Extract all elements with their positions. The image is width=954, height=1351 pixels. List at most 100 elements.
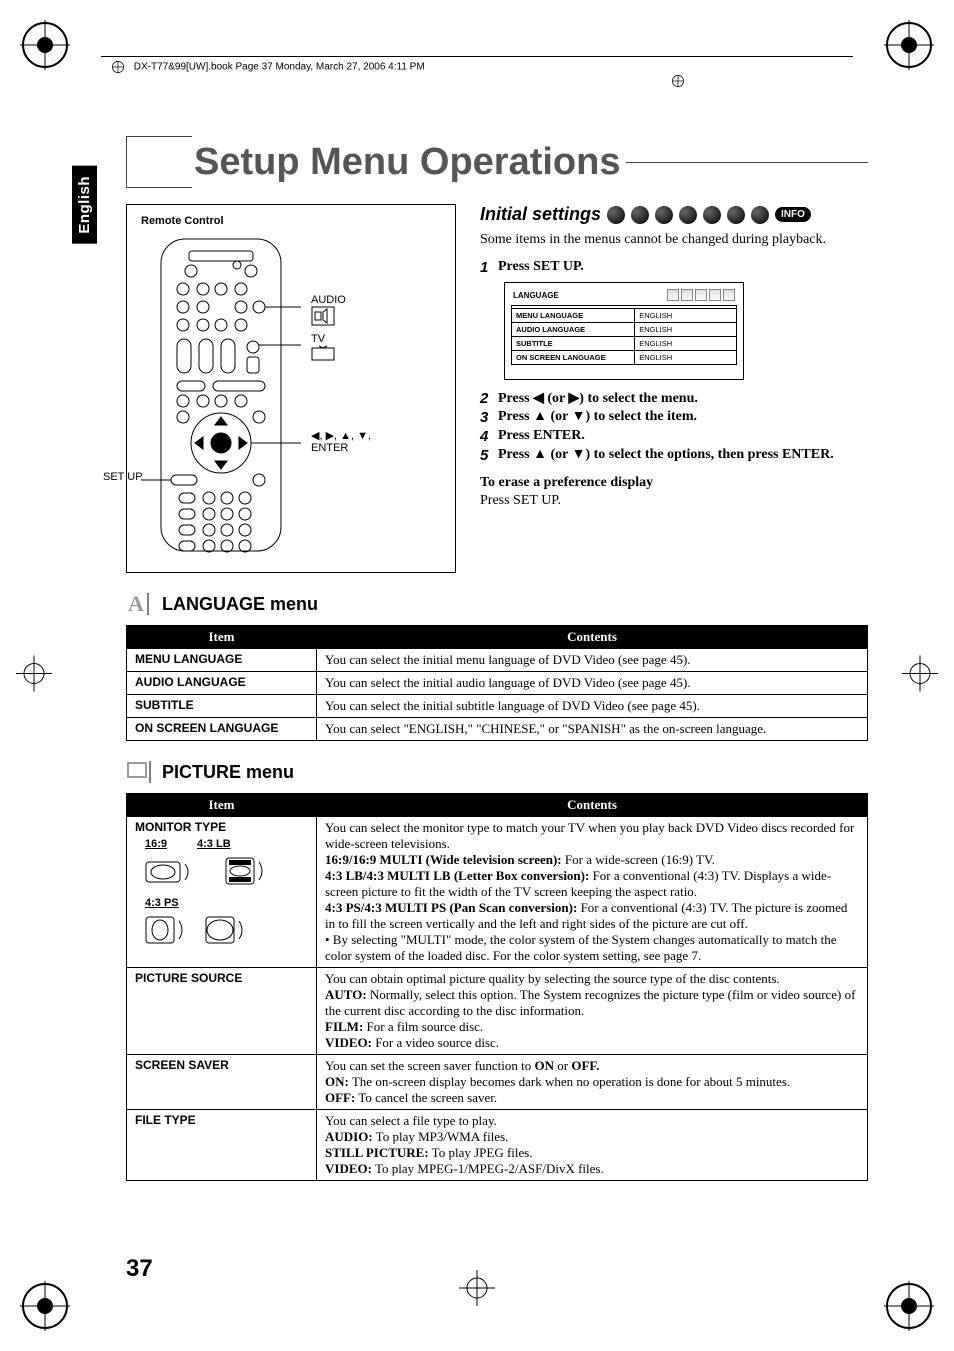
disc-icon <box>679 206 697 224</box>
opt2-b: 4:3 LB/4:3 MULTI LB (Letter Box conversi… <box>325 868 589 883</box>
osd-tab-icon <box>723 289 735 301</box>
step-text: Press ◀ (or ▶) to select the menu. <box>498 390 698 407</box>
wide-tv-icon <box>145 856 195 889</box>
menu-contents-file: You can select a file type to play. AUDI… <box>317 1110 868 1181</box>
menu-item: AUDIO LANGUAGE <box>127 672 317 695</box>
table-row: FILE TYPE You can select a file type to … <box>127 1110 868 1181</box>
src-l4b: VIDEO: <box>325 1035 372 1050</box>
letterbox-tv-icon <box>225 856 275 889</box>
step-text: Press ▲ (or ▼) to select the options, th… <box>498 447 834 464</box>
aspect-label: 4:3 LB <box>197 838 231 850</box>
table-row: SUBTITLEYou can select the initial subti… <box>127 695 868 718</box>
language-menu-title: LANGUAGE menu <box>162 594 318 615</box>
disc-icon <box>751 206 769 224</box>
osd-item: MENU LANGUAGE <box>512 309 635 322</box>
callout-setup: SET UP <box>103 471 143 483</box>
monitor-intro: You can select the monitor type to match… <box>325 820 854 851</box>
section-heading: Initial settings <box>480 204 601 225</box>
language-tab: English <box>72 166 97 244</box>
src-l4t: For a video source disc. <box>372 1035 499 1050</box>
sav-l1b1: ON <box>535 1058 555 1073</box>
step-number: 3 <box>480 409 492 426</box>
th-item: Item <box>127 626 317 649</box>
osd-tab-icon <box>695 289 707 301</box>
language-menu-heading: A LANGUAGE menu <box>126 591 868 617</box>
sav-l3b: OFF: <box>325 1090 355 1105</box>
src-l2t: Normally, select this option. The System… <box>325 987 855 1018</box>
disc-icon <box>607 206 625 224</box>
remote-control-diagram: Remote Control <box>126 204 456 573</box>
panscan-tv-icon <box>205 915 255 948</box>
src-l1: You can obtain optimal picture quality b… <box>325 971 780 986</box>
table-row: ON SCREEN LANGUAGEYou can select "ENGLIS… <box>127 718 868 741</box>
menu-contents: You can select the initial subtitle lang… <box>317 695 868 718</box>
sav-l1m: or <box>554 1058 571 1073</box>
osd-preview: LANGUAGE MENU LANGUAGEENGLISH AUDIO LANG… <box>504 282 744 380</box>
osd-value: ENGLISH <box>635 337 736 350</box>
crop-mid-icon <box>902 655 938 696</box>
page-title: Setup Menu Operations <box>192 141 620 184</box>
table-row: SCREEN SAVER You can set the screen save… <box>127 1055 868 1110</box>
content: Setup Menu Operations Remote Control <box>126 136 868 1265</box>
osd-value: ENGLISH <box>635 351 736 364</box>
th-contents: Contents <box>317 626 868 649</box>
remote-illustration <box>141 235 301 558</box>
step-text: Press ▲ (or ▼) to select the item. <box>498 409 697 426</box>
callout-audio: AUDIO <box>311 294 346 306</box>
th-item: Item <box>127 794 317 817</box>
picture-menu-icon <box>126 759 152 785</box>
sav-l2b: ON: <box>325 1074 349 1089</box>
crop-pin-icon <box>671 74 685 88</box>
menu-item: MENU LANGUAGE <box>127 649 317 672</box>
menu-contents-monitor: You can select the monitor type to match… <box>317 817 868 968</box>
osd-value: ENGLISH <box>635 323 736 336</box>
menu-item: FILE TYPE <box>127 1110 317 1181</box>
file-l2t: To play MP3/WMA files. <box>373 1129 509 1144</box>
menu-item: SCREEN SAVER <box>127 1055 317 1110</box>
menu-item: PICTURE SOURCE <box>127 968 317 1055</box>
step-text: Press ENTER. <box>498 428 585 445</box>
step-number: 1 <box>480 259 492 276</box>
step-number: 4 <box>480 428 492 445</box>
src-l2b: AUTO: <box>325 987 367 1002</box>
src-l3t: For a film source disc. <box>363 1019 483 1034</box>
opt3-b: 4:3 PS/4:3 MULTI PS (Pan Scan conversion… <box>325 900 577 915</box>
info-badge: INFO <box>775 207 811 222</box>
file-l1: You can select a file type to play. <box>325 1113 497 1128</box>
aspect-label: 16:9 <box>145 838 167 850</box>
picture-menu-title: PICTURE menu <box>162 762 294 783</box>
menu-contents: You can select the initial audio languag… <box>317 672 868 695</box>
step-number: 5 <box>480 447 492 464</box>
file-l2b: AUDIO: <box>325 1129 373 1144</box>
sav-l1b2: OFF. <box>571 1058 599 1073</box>
picture-menu-table: ItemContents MONITOR TYPE 16:9 4:3 LB 4:3… <box>126 793 868 1181</box>
remote-label: Remote Control <box>141 215 441 227</box>
src-l3b: FILM: <box>325 1019 363 1034</box>
osd-title: LANGUAGE <box>513 291 559 300</box>
print-header: DX-T77&99[UW].book Page 37 Monday, March… <box>111 60 898 88</box>
header-text: DX-T77&99[UW].book Page 37 Monday, March… <box>134 62 425 73</box>
menu-item: SUBTITLE <box>127 695 317 718</box>
erase-heading: To erase a preference display <box>480 475 653 490</box>
menu-contents: You can select "ENGLISH," "CHINESE," or … <box>317 718 868 741</box>
title-line <box>626 162 868 163</box>
crop-pin-icon <box>111 60 125 74</box>
sav-l3t: To cancel the screen saver. <box>355 1090 497 1105</box>
panscan-tv-icon <box>145 915 195 948</box>
title-row: Setup Menu Operations <box>126 136 868 188</box>
osd-tab-icon <box>667 289 679 301</box>
th-contents: Contents <box>317 794 868 817</box>
osd-tab-icon <box>709 289 721 301</box>
disc-icon <box>631 206 649 224</box>
disc-icon <box>727 206 745 224</box>
title-box-icon <box>126 136 192 188</box>
callout-enter: ENTER <box>311 442 348 454</box>
disc-type-icons <box>607 206 769 224</box>
file-l3t: To play JPEG files. <box>429 1145 533 1160</box>
picture-menu-heading: PICTURE menu <box>126 759 868 785</box>
monitor-type-label: MONITOR TYPE <box>135 820 226 834</box>
table-row: PICTURE SOURCE You can obtain optimal pi… <box>127 968 868 1055</box>
menu-contents-saver: You can set the screen saver function to… <box>317 1055 868 1110</box>
intro-text: Some items in the menus cannot be change… <box>480 231 868 249</box>
header-divider <box>101 56 853 57</box>
